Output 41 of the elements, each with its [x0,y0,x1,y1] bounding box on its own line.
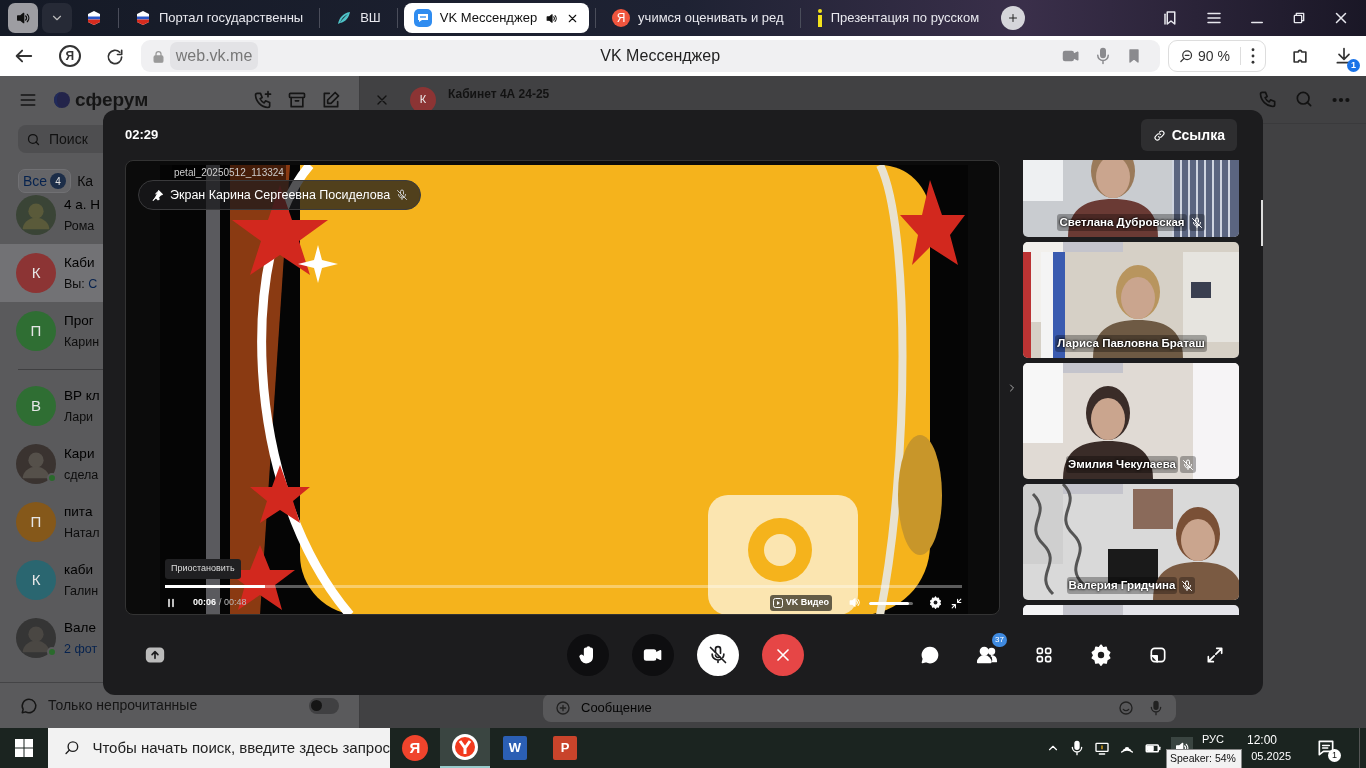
chat-preview: Натал [64,524,100,542]
url-text: web.vk.me [169,42,259,70]
chat-preview: 2 фот [64,640,98,658]
chat-preview: Галин [64,582,99,600]
brand-name: сферум [75,87,149,112]
current-time: 00:06 [193,596,217,610]
tooltip: Speaker: 54% [1166,749,1242,768]
avatar: П [16,502,56,542]
page-title: VK Мессенджер [599,46,722,66]
participant-name: Валерия Гридчина [1066,576,1178,594]
chat-name: каби [64,560,94,579]
chat-preview: Карин [64,333,100,351]
file-name: petal_20250512_113324 [172,165,286,180]
screen-share-label: Экран Карина Сергеевна Посиделова [170,186,391,204]
avatar: П [16,311,56,351]
chat-name: Каби [64,253,96,272]
avatar: В [16,386,56,426]
yandex-logo: Я [612,9,631,27]
chat-name: Прог [64,311,95,330]
chat-preview: Рома [64,217,96,235]
tooltip: Приостановить [165,559,241,579]
participant-name: Светлана Дубровская [1057,213,1187,231]
download-count: 1 [1347,59,1360,72]
chat-name: 4 а. Н [64,195,101,214]
avatar: К [16,253,56,293]
chat-name: ВР кл [64,386,100,405]
chat-name: пита [64,502,94,521]
chat-preview: Вы: С [64,275,98,293]
participant-count: 37 [992,633,1007,647]
notification-count: 1 [1328,749,1341,762]
call-timer: 02:29 [125,126,159,145]
chat-name: Кари [64,444,96,463]
count-badge: 4 [50,173,67,189]
participant-name: Эмилия Чекулаева [1066,455,1178,473]
chat-name: Вале [64,618,97,637]
chat-preview: сдела [64,466,99,484]
filter-label: Только непрочитанные [48,696,198,715]
chat-preview: Лари [64,408,95,426]
avatar: К [410,86,436,113]
vk-video-logo: VK Видео [769,595,832,611]
avatar: К [16,560,56,600]
